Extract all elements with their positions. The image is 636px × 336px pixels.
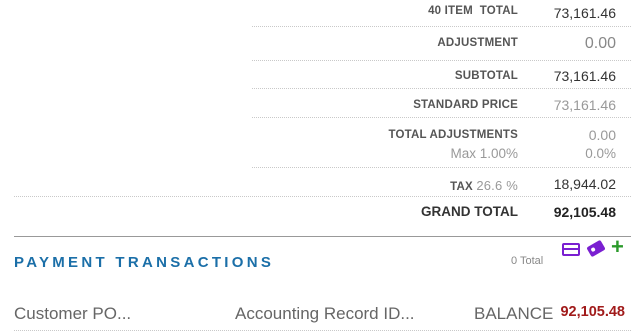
adjustment-label: ADJUSTMENT [437,37,518,49]
item-total-value: 73,161.46 [553,5,616,21]
tax-label: TAX 26.6 % [450,178,518,193]
totals-panel: 40 ITEM TOTAL 73,161.46 ADJUSTMENT 0.00 … [252,0,631,197]
grand-total-label: GRAND TOTAL [421,204,518,219]
divider [14,196,631,197]
section-divider [14,236,631,237]
adjustment-value[interactable]: 0.00 [585,35,616,53]
balance-value: 92,105.48 [560,304,625,320]
column-customer-po[interactable]: Customer PO... [14,304,131,324]
total-adjustments-row: TOTAL ADJUSTMENTS 0.00 Max 1.00% 0.0% [252,118,631,168]
standard-price-row: STANDARD PRICE 73,161.46 [252,89,631,118]
payment-transactions-count: 0 Total [511,255,544,267]
max-adjustment-value: 0.0% [585,146,616,161]
subtotal-label: SUBTOTAL [454,70,518,82]
item-total-label: 40 ITEM TOTAL [428,5,518,17]
add-icon[interactable]: + [611,236,624,258]
tag-icon[interactable] [586,239,606,258]
tax-row: TAX 26.6 % 18,944.02 [252,168,631,197]
total-adjustments-value: 0.00 [588,127,616,143]
grand-total-value: 92,105.48 [553,204,616,220]
standard-price-value: 73,161.46 [553,97,616,113]
column-balance: BALANCE [474,304,554,323]
subtotal-row: SUBTOTAL 73,161.46 [252,61,631,89]
tax-value: 18,944.02 [553,176,616,192]
column-accounting-record-id[interactable]: Accounting Record ID... [235,304,415,324]
adjustment-row: ADJUSTMENT 0.00 [252,27,631,61]
subtotal-value: 73,161.46 [553,68,616,84]
max-adjustment-label: Max 1.00% [450,146,518,161]
grand-total-row: GRAND TOTAL 92,105.48 [252,198,631,224]
credit-card-icon[interactable] [562,243,580,256]
tax-rate: 26.6 % [476,178,518,193]
payment-table-header: Customer PO... Accounting Record ID... B… [14,296,631,331]
total-adjustments-label: TOTAL ADJUSTMENTS [388,129,518,141]
payment-transactions-title: PAYMENT TRANSACTIONS [14,254,275,271]
tax-label-text: TAX [450,181,473,193]
item-total-row: 40 ITEM TOTAL 73,161.46 [252,0,631,27]
standard-price-label: STANDARD PRICE [413,99,518,111]
